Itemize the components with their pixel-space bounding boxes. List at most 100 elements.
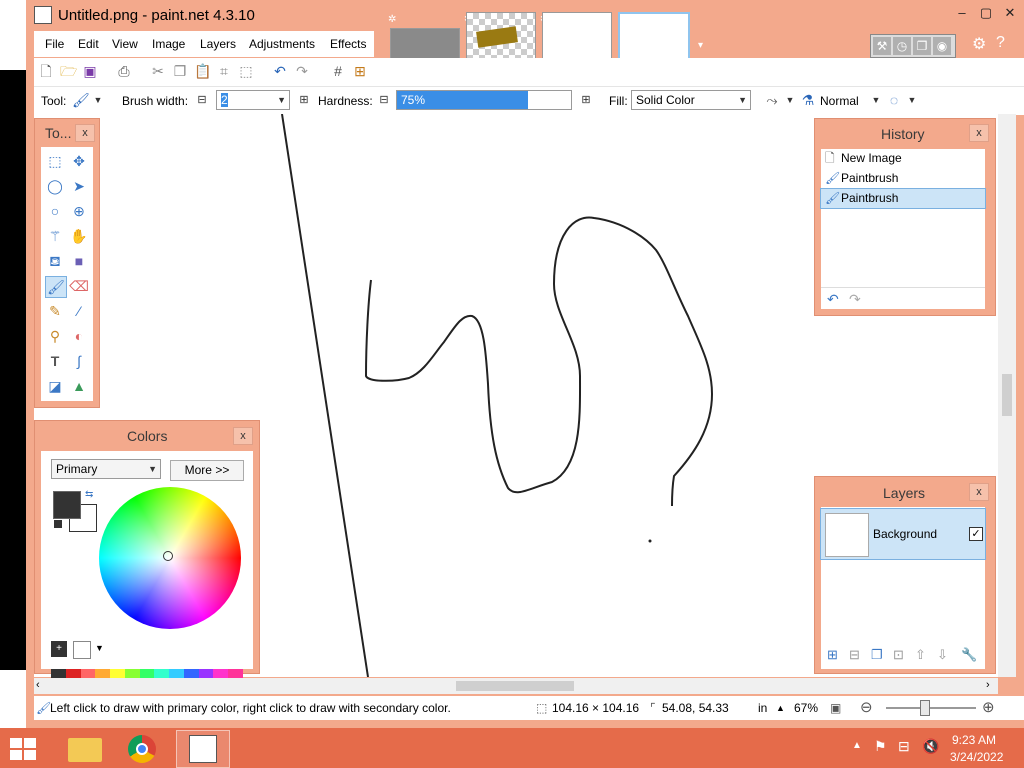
grid-icon[interactable]: # (330, 63, 346, 79)
vertical-scroll-thumb[interactable] (1002, 374, 1012, 416)
recolor-icon[interactable]: ◐ (69, 326, 89, 346)
horizontal-scrollbar[interactable]: ‹ › (34, 678, 998, 694)
minimize-button[interactable]: – (950, 4, 974, 22)
pencil-icon[interactable]: ✎ (45, 301, 65, 321)
menu-image[interactable]: Image (152, 37, 185, 51)
close-button[interactable]: ✕ (998, 4, 1022, 22)
zoom-to-window-icon[interactable]: ▣ (830, 701, 841, 715)
clock-date[interactable]: 3/24/2022 (950, 750, 1003, 764)
layer-visible-checkbox[interactable]: ✓ (969, 527, 983, 541)
redo-icon[interactable]: ↷ (294, 63, 310, 79)
paintbrush-icon[interactable]: 🖌 (72, 92, 90, 108)
reset-colors-icon[interactable] (53, 519, 63, 529)
delete-layer-icon[interactable]: ⊟ (849, 647, 860, 663)
volume-muted-icon[interactable]: 🔇 (922, 738, 939, 755)
shapes-secondary-icon[interactable]: ▲ (69, 376, 89, 396)
zoom-value[interactable]: 67% (794, 701, 818, 715)
chevron-down-icon[interactable]: ▼ (782, 92, 798, 108)
selection-mode-icon[interactable]: ◌ (886, 92, 902, 108)
zoom-in-icon[interactable]: ⊕ (982, 698, 995, 716)
zoom-slider-track[interactable] (886, 707, 976, 709)
ruler-icon[interactable]: ⊞ (352, 63, 368, 79)
rectangle-select-icon[interactable]: ⬚ (45, 151, 65, 171)
menu-view[interactable]: View (112, 37, 138, 51)
color-picker-icon[interactable]: ⁄ (69, 301, 89, 321)
decrease-hardness-icon[interactable]: ⊟ (376, 92, 392, 108)
copy-icon[interactable]: ❐ (172, 63, 188, 79)
eraser-icon[interactable]: ⌫ (69, 276, 89, 296)
clone-stamp-icon[interactable]: ⚲ (45, 326, 65, 346)
tools-window-icon[interactable]: ⚒ (873, 37, 891, 55)
help-icon[interactable]: ? (996, 34, 1005, 52)
paintnet-taskbar-button[interactable] (176, 730, 230, 768)
shapes-icon[interactable]: ◪ (45, 376, 65, 396)
add-to-palette-icon[interactable]: + (51, 641, 67, 657)
zoom-slider-thumb[interactable] (920, 700, 930, 716)
gradient-icon[interactable]: ■ (69, 251, 89, 271)
chevron-down-icon[interactable]: ▾ (698, 40, 703, 51)
chevron-up-icon[interactable]: ▲ (776, 703, 785, 713)
crop-icon[interactable]: ⌗ (216, 63, 232, 79)
layer-row[interactable]: Background ✓ (820, 508, 986, 560)
ellipse-select-icon[interactable]: ○ (45, 201, 65, 221)
magic-wand-icon[interactable]: ⚚ (45, 226, 65, 246)
text-icon[interactable]: T (45, 351, 65, 371)
palette-icon[interactable] (73, 641, 91, 659)
history-panel-close[interactable]: x (969, 124, 989, 142)
gear-icon[interactable]: ⚙ (972, 34, 986, 54)
history-item[interactable]: 🖌 Paintbrush (821, 169, 985, 188)
new-file-icon[interactable]: 🗋 (38, 63, 54, 79)
brush-width-field[interactable]: 2 ▼ (216, 90, 290, 110)
chevron-down-icon[interactable]: ▼ (95, 643, 104, 653)
paste-icon[interactable]: 📋 (194, 63, 211, 79)
color-mode-dropdown[interactable]: Primary ▼ (51, 459, 161, 479)
history-item[interactable]: 🗋 New Image (821, 149, 985, 168)
tools-panel-close[interactable]: x (75, 124, 95, 142)
windows-start-icon[interactable] (10, 738, 36, 760)
move-layer-down-icon[interactable]: ⇩ (937, 647, 948, 663)
chevron-up-icon[interactable]: ▲ (852, 740, 862, 751)
decrease-width-icon[interactable]: ⊟ (194, 92, 210, 108)
move-layer-up-icon[interactable]: ⇧ (915, 647, 926, 663)
cut-icon[interactable]: ✂ (150, 63, 166, 79)
primary-color-swatch[interactable] (53, 491, 81, 519)
pan-icon[interactable]: ✋ (69, 226, 89, 246)
move-selection-icon[interactable]: ➤ (69, 176, 89, 196)
antialiasing-icon[interactable]: ⤳ (764, 92, 780, 108)
undo-icon[interactable]: ↶ (272, 63, 288, 79)
colors-panel-close[interactable]: x (233, 427, 253, 445)
print-icon[interactable]: ⎙ (116, 63, 132, 79)
history-window-icon[interactable]: ◷ (893, 37, 911, 55)
blend-mode-icon[interactable]: ⚗ (800, 92, 816, 108)
fill-dropdown[interactable]: Solid Color ▼ (631, 90, 751, 110)
units-dropdown[interactable]: in (758, 701, 767, 715)
clock-time[interactable]: 9:23 AM (952, 733, 996, 747)
move-selected-icon[interactable]: ✥ (69, 151, 89, 171)
paintbrush-tool-icon[interactable]: 🖌 (45, 276, 67, 298)
merge-layer-icon[interactable]: ⊡ (893, 647, 904, 663)
zoom-out-icon[interactable]: ⊖ (860, 698, 873, 716)
menu-edit[interactable]: Edit (78, 37, 99, 51)
scroll-left-icon[interactable]: ‹ (36, 679, 40, 691)
menu-adjustments[interactable]: Adjustments (249, 37, 315, 51)
redo-icon[interactable]: ↷ (849, 291, 861, 308)
duplicate-layer-icon[interactable]: ❐ (871, 647, 883, 663)
colors-window-icon[interactable]: ◉ (933, 37, 951, 55)
flag-icon[interactable]: ⚑ (874, 738, 887, 755)
network-icon[interactable]: ⊟ (898, 738, 910, 755)
more-colors-button[interactable]: More >> (170, 460, 244, 481)
lasso-select-icon[interactable]: ◯ (45, 176, 65, 196)
blend-mode-value[interactable]: Normal (820, 94, 859, 108)
color-wheel[interactable] (99, 487, 241, 629)
chrome-taskbar-button[interactable] (118, 732, 170, 766)
hardness-slider[interactable]: 75% (396, 90, 572, 110)
scroll-right-icon[interactable]: › (986, 679, 990, 691)
open-folder-icon[interactable]: 🗁 (60, 63, 77, 79)
maximize-button[interactable]: ▢ (974, 4, 998, 22)
history-item-selected[interactable]: 🖌 Paintbrush (820, 188, 986, 209)
deselect-icon[interactable]: ⬚ (238, 63, 254, 79)
menu-file[interactable]: File (45, 37, 64, 51)
file-explorer-taskbar-button[interactable] (60, 732, 112, 766)
save-icon[interactable]: ▣ (82, 63, 98, 79)
color-wheel-cursor[interactable] (163, 551, 173, 561)
